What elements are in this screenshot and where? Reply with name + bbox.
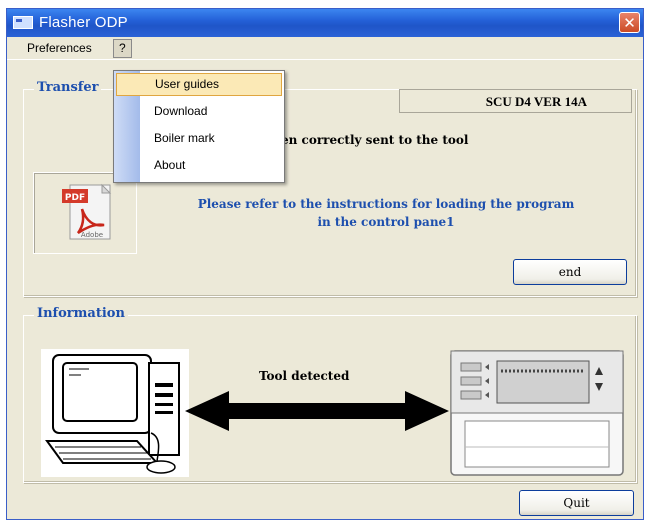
computer-icon <box>41 349 189 477</box>
app-window: Flasher ODP ✕ Preferences ? Transfer SCU… <box>6 8 644 520</box>
menu-item-download[interactable]: Download <box>116 100 282 123</box>
menu-item-user-guides[interactable]: User guides <box>116 73 282 96</box>
pdf-label: PDF <box>65 193 85 203</box>
window-title: Flasher ODP <box>39 14 128 31</box>
help-dropdown-menu: User guides Download Boiler mark About <box>113 70 285 183</box>
pdf-document-icon[interactable]: PDF Adobe <box>33 172 137 254</box>
menu-preferences[interactable]: Preferences <box>23 40 96 57</box>
end-button[interactable]: end <box>513 259 627 285</box>
close-button[interactable]: ✕ <box>619 12 640 33</box>
instructions-line-2: in the control pane1 <box>317 215 455 229</box>
title-bar[interactable]: Flasher ODP ✕ <box>7 9 643 37</box>
instructions-text: Please refer to the instructions for loa… <box>147 195 625 231</box>
status-message: en correctly sent to the tool <box>281 133 469 147</box>
transfer-group-title: Transfer <box>34 80 102 95</box>
instructions-line-1: Please refer to the instructions for loa… <box>197 197 575 211</box>
pdf-icon: PDF Adobe <box>62 183 112 240</box>
information-group-title: Information <box>34 306 128 321</box>
menu-help[interactable]: ? <box>113 39 132 58</box>
control-panel-device-icon <box>447 347 627 479</box>
double-arrow-icon <box>185 391 449 431</box>
version-display: SCU D4 VER 14A <box>399 89 632 113</box>
menu-item-boiler-mark[interactable]: Boiler mark <box>116 127 282 150</box>
menu-item-about[interactable]: About <box>116 154 282 177</box>
app-icon <box>13 16 33 29</box>
quit-button[interactable]: Quit <box>519 490 634 516</box>
tool-detected-label: Tool detected <box>259 369 350 383</box>
menu-bar: Preferences ? <box>7 37 643 60</box>
pdf-brand: Adobe <box>81 231 103 239</box>
